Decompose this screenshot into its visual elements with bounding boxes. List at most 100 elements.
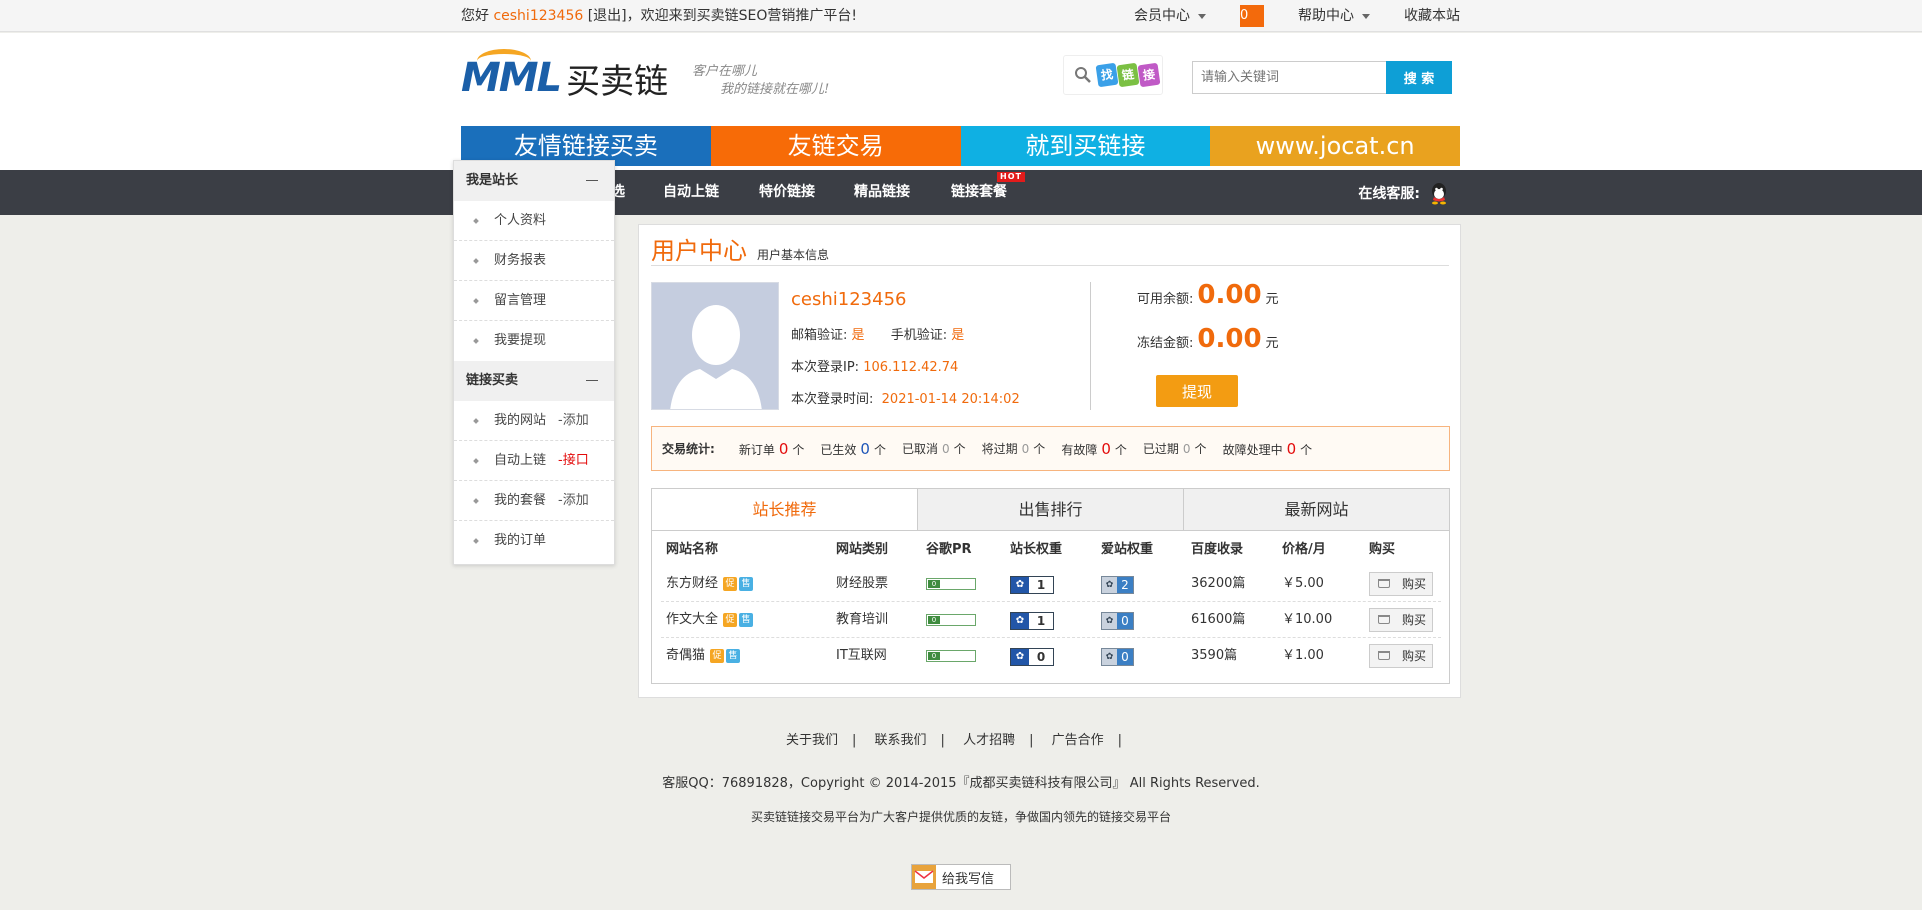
bullet-icon [473, 538, 479, 544]
column-header: 购买 [1369, 542, 1396, 557]
login-time-line: 本次登录时间: 2021-01-14 20:14:02 [791, 392, 1020, 407]
paw-icon: ✿ [1102, 613, 1117, 629]
sale-badge: 售 [739, 612, 754, 627]
column-header: 站长权重 [1010, 542, 1063, 557]
bookmark-link[interactable]: 收藏本站 [1404, 0, 1460, 32]
sidebar-section-link-trade[interactable]: 链接买卖 [454, 361, 614, 401]
sidebar-item-my-packages[interactable]: 我的套餐 -添加 [454, 481, 614, 521]
withdraw-button[interactable]: 提现 [1156, 375, 1238, 407]
webmaster-weight-badge: ✿ 0 [1010, 648, 1054, 666]
aizhan-weight-badge: ✿ 0 [1101, 612, 1134, 630]
banner-segment: 就到买链接 [960, 126, 1211, 166]
tab-newest-sites[interactable]: 最新网站 [1183, 489, 1449, 530]
baidu-indexed: 3590篇 [1191, 648, 1238, 663]
api-link[interactable]: -接口 [558, 453, 589, 468]
avatar-silhouette [652, 283, 778, 409]
sidebar-item-profile[interactable]: 个人资料 [454, 201, 614, 241]
table-row: 作文大全促售 教育培训 0 ✿ 1 ✿ 0 61600篇 ￥10.00 购买 [661, 602, 1441, 638]
tab-sales-ranking[interactable]: 出售排行 [917, 489, 1183, 530]
nav-item-auto-link[interactable]: 自动上链 [663, 170, 719, 215]
find-chip: 接 [1137, 62, 1161, 88]
search-button[interactable]: 搜 索 [1386, 61, 1452, 94]
find-chip: 链 [1116, 62, 1140, 88]
footer-link-contact[interactable]: 联系我们 [875, 733, 927, 748]
site-name-link[interactable]: 东方财经 [666, 576, 718, 591]
buy-button[interactable]: 购买 [1369, 572, 1433, 596]
banner-segment: www.jocat.cn [1210, 126, 1460, 166]
logo-mark: MML [461, 49, 562, 101]
nav-item-special-links[interactable]: 特价链接 [759, 170, 815, 215]
stat-new-orders[interactable]: 新订单 0 个 [739, 440, 805, 458]
cart-count-badge[interactable]: 0 [1240, 5, 1264, 27]
stat-fault-processing[interactable]: 故障处理中 0 个 [1223, 440, 1313, 458]
find-chip: 找 [1095, 62, 1119, 88]
chevron-down-icon [1198, 13, 1206, 19]
footer-link-jobs[interactable]: 人才招聘 [963, 733, 1015, 748]
buy-button[interactable]: 购买 [1369, 644, 1433, 668]
add-site-link[interactable]: -添加 [558, 413, 589, 428]
sidebar-item-withdraw[interactable]: 我要提现 [454, 321, 614, 361]
search-icon [1075, 67, 1091, 83]
bullet-icon [473, 298, 479, 304]
stat-faulty[interactable]: 有故障 0 个 [1061, 440, 1127, 458]
stat-expiring[interactable]: 将过期 0 个 [982, 440, 1046, 457]
verification-line: 邮箱验证: 是 手机验证: 是 [791, 328, 965, 343]
cart-icon [1378, 579, 1390, 588]
table-row: 奇偶猫促售 IT互联网 0 ✿ 0 ✿ 0 3590篇 ￥1.00 购买 [661, 638, 1441, 674]
site-category: 财经股票 [836, 576, 889, 591]
column-header: 价格/月 [1282, 542, 1326, 557]
paw-icon: ✿ [1102, 649, 1117, 665]
site-category: 教育培训 [836, 612, 889, 627]
bullet-icon [473, 218, 479, 224]
stat-expired[interactable]: 已过期 0 个 [1143, 440, 1207, 457]
logo-text: 买卖链 [566, 61, 669, 102]
site-name-cell: 作文大全促售 [666, 602, 754, 638]
search-input[interactable] [1192, 61, 1387, 94]
price-per-month: ￥10.00 [1282, 612, 1333, 627]
sidebar-item-my-sites[interactable]: 我的网站 -添加 [454, 401, 614, 441]
sidebar-item-messages[interactable]: 留言管理 [454, 281, 614, 321]
sale-badge: 售 [726, 648, 741, 663]
nav-item-premium-links[interactable]: 精品链接 [854, 170, 910, 215]
stat-cancelled[interactable]: 已取消 0 个 [902, 440, 966, 457]
logout-link[interactable]: [退出] [588, 8, 627, 24]
nav-item-link-packages[interactable]: 链接套餐 HOT [951, 170, 1025, 215]
footer-link-about[interactable]: 关于我们 [786, 733, 838, 748]
sidebar-item-finance[interactable]: 财务报表 [454, 241, 614, 281]
column-header: 网站类别 [836, 542, 889, 557]
site-name-link[interactable]: 奇偶猫 [666, 648, 705, 663]
site-logo[interactable]: MML 买卖链 [461, 49, 671, 103]
bullet-icon [473, 458, 479, 464]
username-link[interactable]: ceshi123456 [493, 8, 583, 24]
member-center-menu[interactable]: 会员中心 [1134, 0, 1206, 32]
collapse-icon [586, 380, 598, 381]
buy-button[interactable]: 购买 [1369, 608, 1433, 632]
site-name-link[interactable]: 作文大全 [666, 612, 718, 627]
footer-links: 关于我们 | 联系我们 | 人才招聘 | 广告合作 | [785, 733, 1123, 748]
tab-recommended[interactable]: 站长推荐 [652, 489, 917, 530]
sidebar-section-webmaster[interactable]: 我是站长 [454, 161, 614, 201]
sidebar-item-my-orders[interactable]: 我的订单 [454, 521, 614, 561]
sidebar-item-auto-link[interactable]: 自动上链 -接口 [454, 441, 614, 481]
write-mail-button[interactable]: 给我写信 [911, 864, 1011, 890]
promo-badge: 促 [710, 648, 725, 663]
slogan: 客户在哪儿 我的链接就在哪儿! [692, 64, 830, 97]
online-service[interactable]: 在线客服: [1358, 170, 1460, 215]
footer-link-ads[interactable]: 广告合作 [1052, 733, 1104, 748]
sidebar: 我是站长 个人资料 财务报表 留言管理 我要提现 链接买卖 我的网站 -添加 自动… [453, 160, 615, 565]
price-per-month: ￥1.00 [1282, 648, 1324, 663]
chevron-down-icon [1362, 13, 1370, 19]
hot-badge: HOT [997, 172, 1025, 182]
stat-active[interactable]: 已生效 0 个 [820, 440, 886, 458]
banner-segment: 友链交易 [710, 126, 961, 166]
copyright: 客服QQ：76891828，Copyright © 2014-2015『成都买卖… [662, 776, 1260, 791]
qq-icon [1432, 182, 1446, 204]
promo-badge: 促 [723, 576, 738, 591]
add-package-link[interactable]: -添加 [558, 493, 589, 508]
table-row: 东方财经促售 财经股票 0 ✿ 1 ✿ 2 36200篇 ￥5.00 购买 [661, 566, 1441, 602]
paw-icon: ✿ [1011, 577, 1029, 593]
cart-icon [1378, 615, 1390, 624]
user-center-panel: 用户中心 用户基本信息 ceshi123456 邮箱验证: 是 手机验证: 是 … [638, 224, 1461, 698]
phone-verified: 是 [951, 328, 965, 343]
help-center-menu[interactable]: 帮助中心 [1298, 0, 1370, 32]
